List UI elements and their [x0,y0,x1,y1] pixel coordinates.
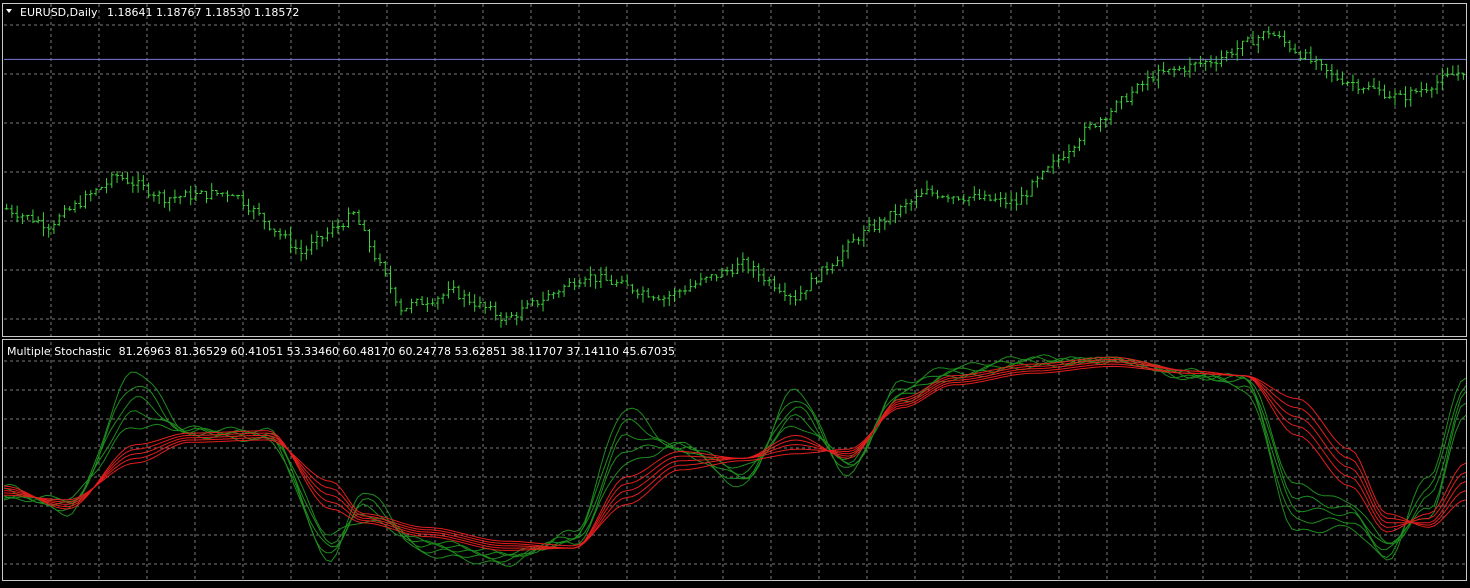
symbol-header[interactable]: EURUSD,Daily 1.18641 1.18767 1.18530 1.1… [6,6,299,19]
chart-svg: EURUSD,Daily 1.18641 1.18767 1.18530 1.1… [0,0,1470,584]
indicator-header: Multiple Stochastic 81.26963 81.36529 60… [7,345,675,358]
symbol-title: EURUSD,Daily [20,6,98,19]
ohlc-values: 1.18641 1.18767 1.18530 1.18572 [107,6,299,19]
chart-window: EURUSD,Daily 1.18641 1.18767 1.18530 1.1… [0,0,1470,584]
svg-text:EURUSD,Daily 1.18641: EURUSD,Daily 1.18641 1.18767 1.18530 1.1… [20,6,299,19]
indicator-title: Multiple Stochastic [7,345,111,358]
indicator-values: 81.26963 81.36529 60.41051 53.33460 60.4… [119,345,675,358]
chart-background [0,0,1470,584]
